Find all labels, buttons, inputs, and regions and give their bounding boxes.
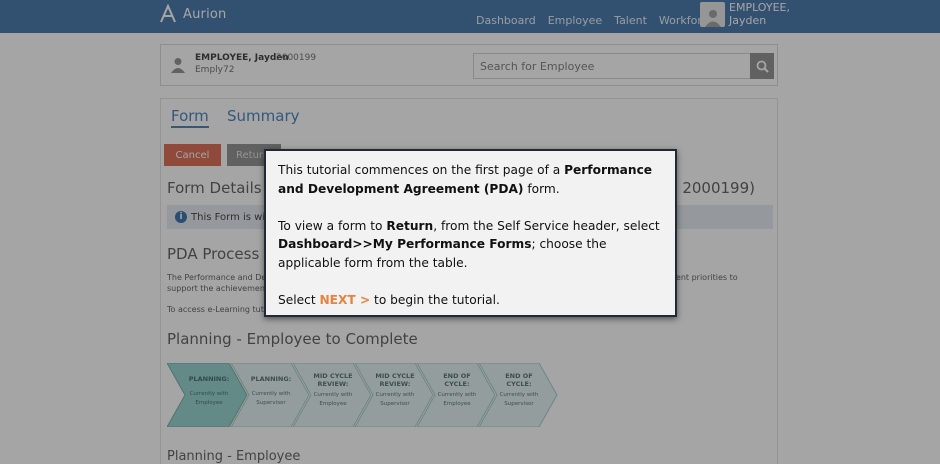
tutorial-dialog: This tutorial commences on the first pag… bbox=[264, 149, 677, 317]
tutorial-paragraph-2: To view a form to Return, from the Self … bbox=[278, 218, 660, 270]
tutorial-paragraph-3: Select NEXT > to begin the tutorial. bbox=[278, 292, 500, 307]
tutorial-paragraph-1: This tutorial commences on the first pag… bbox=[278, 163, 653, 196]
return-emphasis: Return bbox=[386, 218, 434, 233]
next-button[interactable]: NEXT > bbox=[319, 293, 370, 307]
dashboard-path-emphasis: Dashboard>>My Performance Forms bbox=[278, 237, 532, 251]
